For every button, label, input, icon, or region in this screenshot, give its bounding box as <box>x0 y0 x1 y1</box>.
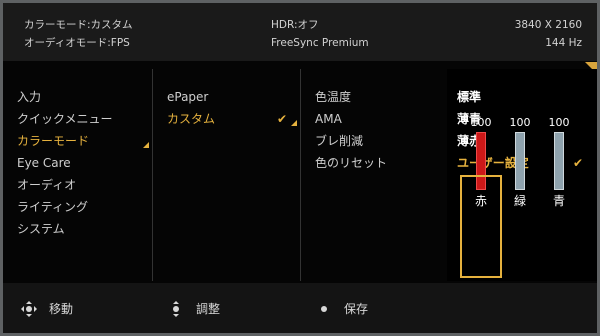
hint-adjust: 調整 <box>168 300 220 317</box>
setting-ama[interactable]: AMA <box>315 111 342 127</box>
joystick-icon <box>168 300 184 317</box>
slider-green-track[interactable] <box>515 132 525 190</box>
hint-adjust-label: 調整 <box>196 302 221 316</box>
color-mode-custom[interactable]: カスタム <box>167 111 215 127</box>
menu-item-quick-menu[interactable]: クイックメニュー <box>17 111 113 127</box>
status-resolution: 3840 X 2160 <box>514 19 582 31</box>
hint-move-label: 移動 <box>49 302 74 316</box>
slider-green-value: 100 <box>509 116 531 129</box>
osd-menu: カラーモード:カスタム オーディオモード:FPS HDR:オフ FreeSync… <box>3 3 597 333</box>
menu-item-lighting[interactable]: ライティング <box>17 199 88 215</box>
setting-motion-blur-reduction[interactable]: ブレ削減 <box>315 133 363 149</box>
hint-save: 保存 <box>316 300 368 317</box>
submenu-marker-icon <box>291 120 297 126</box>
slider-red-value: 100 <box>470 116 492 129</box>
joystick-icon <box>316 301 332 317</box>
menu-item-eye-care[interactable]: Eye Care <box>17 155 71 171</box>
menu-item-system[interactable]: システム <box>17 221 65 237</box>
slider-selection-frame <box>460 175 502 278</box>
status-freesync: FreeSync Premium <box>271 37 369 49</box>
color-mode-epaper[interactable]: ePaper <box>167 89 208 105</box>
footer-hints: 移動 調整 保存 <box>3 283 597 333</box>
hint-move: 移動 <box>21 300 73 317</box>
slider-green-label: 緑 <box>513 194 526 208</box>
check-icon: ✔ <box>573 156 584 170</box>
status-bar: カラーモード:カスタム オーディオモード:FPS HDR:オフ FreeSync… <box>3 3 597 61</box>
color-mode-column: ePaper カスタム ✔ <box>153 69 299 281</box>
slider-green-fill <box>516 133 524 189</box>
menu-item-color-mode[interactable]: カラーモード <box>17 133 89 149</box>
status-refresh-rate: 144 Hz <box>545 37 582 49</box>
hint-save-label: 保存 <box>344 302 369 316</box>
status-color-mode: カラーモード:カスタム <box>24 19 133 31</box>
slider-blue-label: 青 <box>552 194 565 208</box>
setting-color-temperature[interactable]: 色温度 <box>315 89 351 105</box>
custom-settings-column: 色温度 AMA ブレ削減 色のリセット <box>301 69 445 281</box>
menu-item-audio[interactable]: オーディオ <box>17 177 76 193</box>
submenu-marker-icon <box>143 142 149 148</box>
slider-green[interactable]: 100 緑 <box>505 116 535 214</box>
slider-blue[interactable]: 100 青 <box>544 116 574 214</box>
slider-blue-fill <box>555 133 563 189</box>
status-audio-mode: オーディオモード:FPS <box>24 37 130 49</box>
color-temp-normal[interactable]: 標準 <box>457 89 481 105</box>
joystick-icon <box>21 300 37 317</box>
check-icon: ✔ <box>277 112 288 126</box>
slider-blue-value: 100 <box>548 116 570 129</box>
setting-color-reset[interactable]: 色のリセット <box>315 155 387 171</box>
status-hdr: HDR:オフ <box>271 19 319 31</box>
main-menu-column: 入力 クイックメニュー カラーモード Eye Care オーディオ ライティング… <box>3 69 151 281</box>
slider-blue-track[interactable] <box>554 132 564 190</box>
menu-item-input[interactable]: 入力 <box>17 89 41 105</box>
